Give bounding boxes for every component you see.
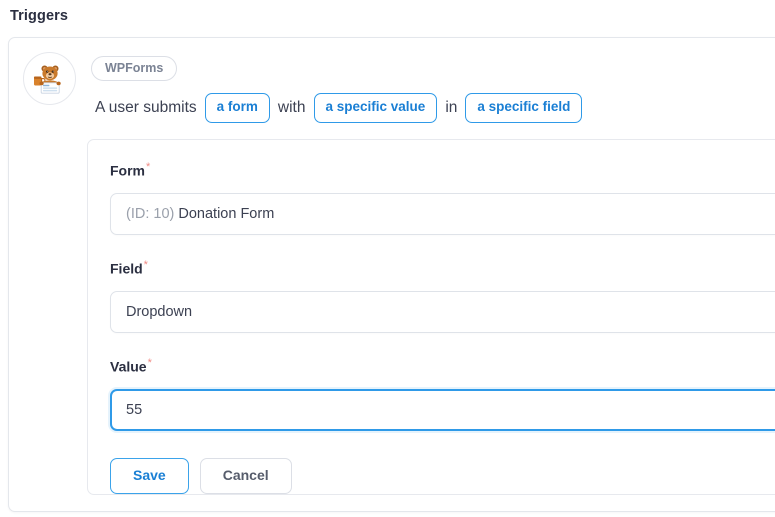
action-buttons: Save Cancel <box>110 458 292 494</box>
provider-badge: WPForms <box>91 56 177 81</box>
form-select-value: Donation Form <box>178 206 274 222</box>
token-a-form[interactable]: a form <box>205 93 270 123</box>
form-label: Form* <box>110 162 150 178</box>
required-asterisk: * <box>144 259 148 271</box>
field-select[interactable]: Dropdown <box>110 291 775 333</box>
field-label: Field* <box>110 260 148 276</box>
field-group-form: Form* (ID: 10) Donation Form <box>110 162 775 235</box>
page-title: Triggers <box>10 8 68 24</box>
field-group-field: Field* Dropdown <box>110 260 775 333</box>
required-asterisk: * <box>148 357 152 369</box>
sentence-preposition: in <box>441 99 461 117</box>
value-label-text: Value <box>110 359 147 375</box>
field-label-text: Field <box>110 261 143 277</box>
token-a-specific-value[interactable]: a specific value <box>314 93 438 123</box>
cancel-button[interactable]: Cancel <box>200 458 292 494</box>
form-select[interactable]: (ID: 10) Donation Form <box>110 193 775 235</box>
wpforms-bear-mascot-icon <box>31 60 69 98</box>
sentence-conjunction: with <box>274 99 310 117</box>
value-input[interactable]: 55 <box>110 389 775 431</box>
trigger-sentence: A user submits a form with a specific va… <box>91 93 775 123</box>
required-asterisk: * <box>146 161 150 173</box>
avatar <box>23 52 76 105</box>
trigger-settings-panel: Form* (ID: 10) Donation Form Field* Drop… <box>87 139 775 495</box>
form-label-text: Form <box>110 163 145 179</box>
save-button[interactable]: Save <box>110 458 189 494</box>
field-select-value: Dropdown <box>126 304 192 320</box>
sentence-lead: A user submits <box>91 99 201 117</box>
form-select-id-prefix: (ID: 10) <box>126 206 174 222</box>
value-label: Value* <box>110 358 152 374</box>
token-a-specific-field[interactable]: a specific field <box>465 93 582 123</box>
value-input-value: 55 <box>126 402 142 418</box>
trigger-header: WPForms A user submits a form with a spe… <box>91 56 775 123</box>
trigger-card: WPForms A user submits a form with a spe… <box>8 37 775 512</box>
field-group-value: Value* 55 <box>110 358 775 431</box>
